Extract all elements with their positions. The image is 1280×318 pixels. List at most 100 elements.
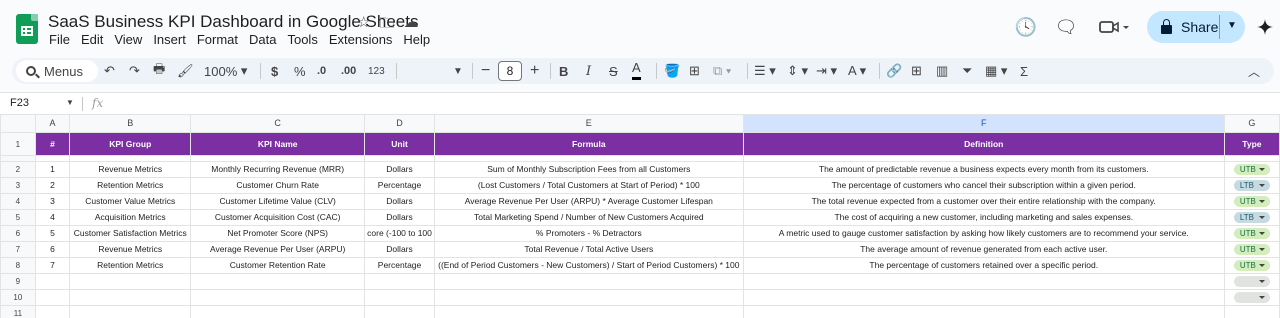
cell-number[interactable]: 3 bbox=[34, 193, 71, 210]
header-cell-definition[interactable]: Definition bbox=[742, 132, 1225, 156]
cell-number[interactable]: 7 bbox=[34, 257, 71, 274]
header-cell-kpi-group[interactable]: KPI Group bbox=[69, 132, 192, 156]
cell-kpi-group[interactable] bbox=[69, 289, 192, 306]
menu-format[interactable]: Format bbox=[197, 32, 238, 47]
functions-button[interactable]: Σ bbox=[1020, 58, 1028, 84]
cell-unit[interactable] bbox=[364, 305, 435, 318]
menu-edit[interactable]: Edit bbox=[81, 32, 103, 47]
cell-kpi-name[interactable]: Customer Churn Rate bbox=[190, 177, 366, 194]
cell-unit[interactable]: Dollars bbox=[364, 161, 435, 178]
print-icon[interactable]: 🖶 bbox=[153, 58, 165, 84]
cell-unit[interactable]: core (-100 to 100 bbox=[364, 225, 435, 242]
cell-type[interactable]: LTB bbox=[1223, 209, 1280, 226]
insert-chart-icon[interactable]: ▥ bbox=[936, 58, 948, 84]
row-number[interactable]: 4 bbox=[0, 193, 36, 210]
cell-definition[interactable]: The average amount of revenue generated … bbox=[742, 241, 1225, 258]
cell-kpi-group[interactable]: Retention Metrics bbox=[69, 257, 192, 274]
cell-unit[interactable] bbox=[364, 289, 435, 306]
type-dropdown-chip[interactable]: UTB bbox=[1233, 244, 1270, 256]
cell-number[interactable]: 6 bbox=[34, 241, 71, 258]
comments-icon[interactable]: 🗨 bbox=[1052, 11, 1080, 43]
merge-cells-icon[interactable]: ⧉ ▾ bbox=[713, 58, 731, 84]
redo-icon[interactable]: ↷ bbox=[129, 58, 140, 84]
paint-format-icon[interactable]: 🖌 bbox=[177, 58, 194, 84]
menu-data[interactable]: Data bbox=[249, 32, 276, 47]
currency-format-button[interactable]: $ bbox=[271, 58, 278, 84]
cell-formula[interactable] bbox=[433, 273, 744, 290]
filter-views-icon[interactable]: ▦ ▾ bbox=[985, 58, 1007, 84]
text-rotation-icon[interactable]: A ▾ bbox=[848, 58, 866, 84]
cell-kpi-group[interactable] bbox=[69, 305, 192, 318]
cell-type[interactable]: UTB bbox=[1223, 161, 1280, 178]
select-all-corner[interactable] bbox=[0, 114, 36, 133]
cell-formula[interactable] bbox=[433, 305, 744, 318]
cell-unit[interactable]: Dollars bbox=[364, 209, 435, 226]
horizontal-align-icon[interactable]: ☰ ▾ bbox=[754, 58, 776, 84]
increase-decimal-button[interactable]: .00 bbox=[341, 58, 356, 84]
increase-font-size-icon[interactable]: + bbox=[530, 58, 539, 84]
header-cell-type[interactable]: Type bbox=[1223, 132, 1280, 156]
cell-kpi-name[interactable]: Customer Acquisition Cost (CAC) bbox=[190, 209, 366, 226]
cell-formula[interactable]: Total Revenue / Total Active Users bbox=[433, 241, 744, 258]
name-box[interactable]: F23 bbox=[10, 97, 29, 109]
decrease-decimal-button[interactable]: .0 bbox=[317, 58, 326, 84]
cell-number[interactable] bbox=[34, 273, 71, 290]
cell-type[interactable]: UTB bbox=[1223, 193, 1280, 210]
column-header-b[interactable]: B bbox=[69, 114, 192, 133]
header-cell-formula[interactable]: Formula bbox=[433, 132, 744, 156]
font-size-input[interactable]: 8 bbox=[498, 61, 522, 81]
row-number[interactable]: 5 bbox=[0, 209, 36, 226]
cell-unit[interactable]: Percentage bbox=[364, 257, 435, 274]
name-box-dropdown-icon[interactable]: ▼ bbox=[66, 98, 74, 107]
insert-comment-icon[interactable]: ⊞ bbox=[911, 58, 922, 84]
cell-type[interactable] bbox=[1223, 273, 1280, 290]
cell-kpi-group[interactable]: Customer Satisfaction Metrics bbox=[69, 225, 192, 242]
insert-link-icon[interactable]: 🔗 bbox=[886, 58, 902, 84]
cell-definition[interactable]: A metric used to gauge customer satisfac… bbox=[742, 225, 1225, 242]
search-menus[interactable]: Menus bbox=[16, 60, 98, 82]
undo-icon[interactable]: ↶ bbox=[104, 58, 115, 84]
cell-type[interactable]: UTB bbox=[1223, 257, 1280, 274]
menu-insert[interactable]: Insert bbox=[153, 32, 186, 47]
header-cell-unit[interactable]: Unit bbox=[364, 132, 435, 156]
cell-number[interactable] bbox=[34, 305, 71, 318]
row-number[interactable]: 2 bbox=[0, 161, 36, 178]
cell-formula[interactable] bbox=[433, 289, 744, 306]
type-dropdown-chip[interactable]: LTB bbox=[1233, 212, 1270, 224]
cell-definition[interactable]: The total revenue expected from a custom… bbox=[742, 193, 1225, 210]
cell-kpi-name[interactable] bbox=[190, 289, 366, 306]
cell-type[interactable]: UTB bbox=[1223, 225, 1280, 242]
text-wrapping-icon[interactable]: ⇥ ▾ bbox=[816, 58, 837, 84]
cell-unit[interactable]: Percentage bbox=[364, 177, 435, 194]
share-button[interactable]: Share ▼ bbox=[1147, 11, 1245, 43]
cell-type[interactable] bbox=[1223, 289, 1280, 306]
row-number[interactable]: 6 bbox=[0, 225, 36, 242]
text-color-button[interactable]: A bbox=[632, 58, 641, 80]
cell-formula[interactable]: % Promoters - % Detractors bbox=[433, 225, 744, 242]
share-dropdown-icon[interactable]: ▼ bbox=[1227, 20, 1237, 31]
cell-formula[interactable]: ((End of Period Customers - New Customer… bbox=[433, 257, 744, 274]
header-cell-kpi-name[interactable]: KPI Name bbox=[190, 132, 366, 156]
row-number[interactable]: 10 bbox=[0, 289, 36, 306]
column-header-e[interactable]: E bbox=[433, 114, 744, 133]
cell-definition[interactable] bbox=[742, 289, 1225, 306]
cell-definition[interactable]: The percentage of customers who cancel t… bbox=[742, 177, 1225, 194]
cell-definition[interactable] bbox=[742, 305, 1225, 318]
row-number[interactable]: 8 bbox=[0, 257, 36, 274]
column-header-a[interactable]: A bbox=[34, 114, 71, 133]
menu-tools[interactable]: Tools bbox=[287, 32, 317, 47]
type-dropdown-chip[interactable]: UTB bbox=[1233, 228, 1270, 240]
bold-button[interactable]: B bbox=[559, 58, 568, 84]
meet-camera-icon[interactable] bbox=[1094, 11, 1134, 43]
cell-type[interactable] bbox=[1223, 305, 1280, 318]
filter-icon[interactable]: ⏷ bbox=[962, 58, 972, 84]
cell-unit[interactable] bbox=[364, 273, 435, 290]
cell-kpi-group[interactable]: Revenue Metrics bbox=[69, 241, 192, 258]
cell-number[interactable]: 4 bbox=[34, 209, 71, 226]
cell-formula[interactable]: (Lost Customers / Total Customers at Sta… bbox=[433, 177, 744, 194]
cell-definition[interactable]: The cost of acquiring a new customer, in… bbox=[742, 209, 1225, 226]
cell-formula[interactable]: Total Marketing Spend / Number of New Cu… bbox=[433, 209, 744, 226]
menu-extensions[interactable]: Extensions bbox=[329, 32, 393, 47]
row-number[interactable]: 9 bbox=[0, 273, 36, 290]
cell-kpi-group[interactable] bbox=[69, 273, 192, 290]
